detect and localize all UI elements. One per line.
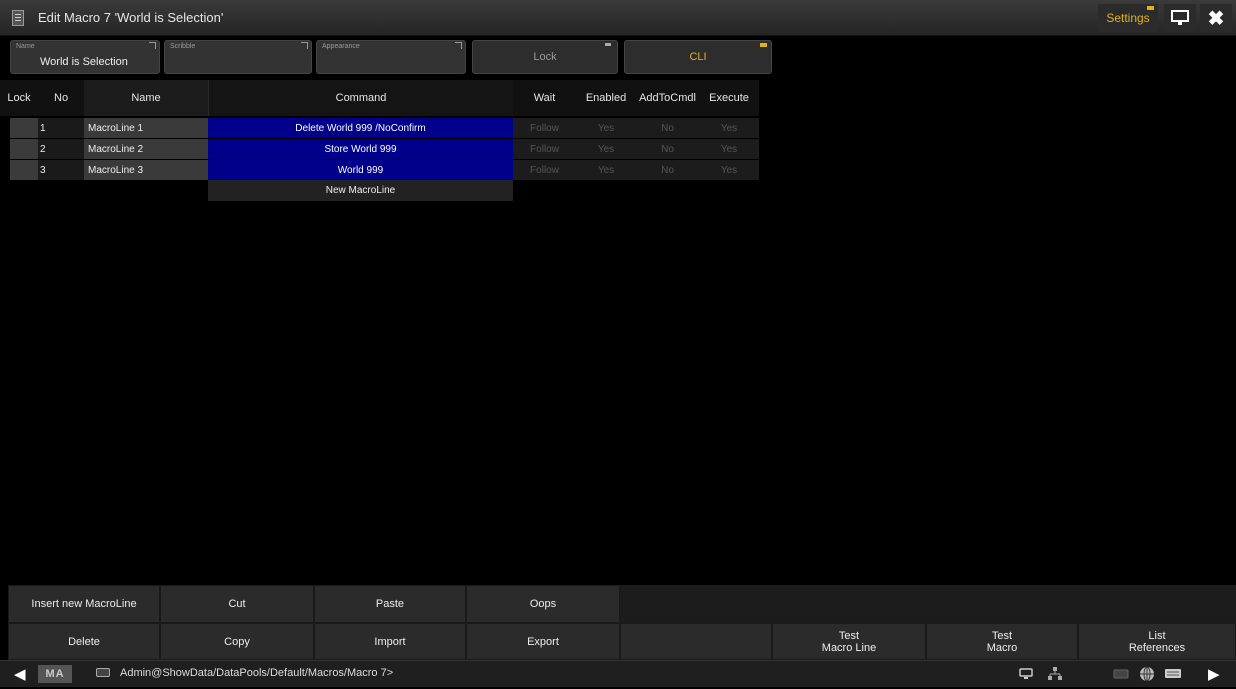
appearance-field[interactable]: Appearance xyxy=(316,40,466,74)
column-header-wait[interactable]: Wait xyxy=(513,80,576,116)
display-icon[interactable] xyxy=(1016,664,1038,684)
scribble-field[interactable]: Scribble xyxy=(164,40,312,74)
row-wait-cell[interactable]: Follow xyxy=(513,139,576,159)
settings-button[interactable]: Settings xyxy=(1098,4,1158,32)
edit-corner-icon xyxy=(149,42,156,49)
test-macro-button[interactable]: Test Macro xyxy=(926,623,1078,660)
name-field-label: Name xyxy=(16,43,35,50)
row-enabled-cell[interactable]: Yes xyxy=(576,118,636,138)
appearance-field-label: Appearance xyxy=(322,43,360,50)
cli-button[interactable]: CLI xyxy=(624,40,772,74)
list-references-button[interactable]: List References xyxy=(1078,623,1236,660)
row-command-cell[interactable]: Store World 999 xyxy=(208,139,513,159)
import-button[interactable]: Import xyxy=(314,623,466,660)
row-command-cell[interactable]: Delete World 999 /NoConfirm xyxy=(208,118,513,138)
row-name-cell[interactable]: MacroLine 2 xyxy=(84,139,208,159)
row-addtocmdl-cell[interactable]: No xyxy=(636,160,699,180)
monitor-icon xyxy=(1171,10,1189,25)
insert-macroline-button[interactable]: Insert new MacroLine xyxy=(8,585,160,623)
row-enabled-cell[interactable]: Yes xyxy=(576,160,636,180)
row-addtocmdl-cell[interactable]: No xyxy=(636,139,699,159)
macro-icon xyxy=(12,10,24,26)
window-title: Edit Macro 7 'World is Selection' xyxy=(38,10,224,25)
row-wait-cell[interactable]: Follow xyxy=(513,118,576,138)
row-enabled-cell[interactable]: Yes xyxy=(576,139,636,159)
ma-logo[interactable]: MA xyxy=(38,665,72,683)
row-name-cell[interactable]: MacroLine 1 xyxy=(84,118,208,138)
screen-select-button[interactable] xyxy=(1164,4,1196,32)
edit-corner-icon xyxy=(455,42,462,49)
row-lock-cell[interactable] xyxy=(10,118,38,138)
name-field[interactable]: Name World is Selection xyxy=(10,40,160,74)
close-icon: ✖ xyxy=(1207,7,1225,30)
column-header-command[interactable]: Command xyxy=(208,80,513,116)
empty-button-area xyxy=(620,585,1236,623)
row-addtocmdl-cell[interactable]: No xyxy=(636,118,699,138)
name-field-value: World is Selection xyxy=(40,56,128,68)
column-header-addtocmdl[interactable]: AddToCmdl xyxy=(636,80,699,116)
scribble-field-label: Scribble xyxy=(170,43,196,50)
oops-button[interactable]: Oops xyxy=(466,585,620,623)
row-name-cell[interactable]: MacroLine 3 xyxy=(84,160,208,180)
row-lock-cell[interactable] xyxy=(10,160,38,180)
column-header-name[interactable]: Name xyxy=(84,80,208,116)
cut-button[interactable]: Cut xyxy=(160,585,314,623)
globe-icon[interactable] xyxy=(1136,664,1158,684)
keyboard-icon[interactable] xyxy=(96,668,110,677)
column-header-lock[interactable]: Lock xyxy=(0,80,38,116)
copy-button[interactable]: Copy xyxy=(160,623,314,660)
row-wait-cell[interactable]: Follow xyxy=(513,160,576,180)
scroll-left-icon[interactable]: ◀ xyxy=(14,665,26,683)
empty-button xyxy=(620,623,772,660)
delete-button[interactable]: Delete xyxy=(8,623,160,660)
row-no-cell[interactable]: 3 xyxy=(38,160,84,180)
lock-button[interactable]: Lock xyxy=(472,40,618,74)
column-header-enabled[interactable]: Enabled xyxy=(576,80,636,116)
close-button[interactable]: ✖ xyxy=(1200,4,1232,32)
onpc-keyboard-icon[interactable] xyxy=(1162,664,1184,684)
row-execute-cell[interactable]: Yes xyxy=(699,118,759,138)
export-button[interactable]: Export xyxy=(466,623,620,660)
row-lock-cell[interactable] xyxy=(10,139,38,159)
row-execute-cell[interactable]: Yes xyxy=(699,160,759,180)
column-header-execute[interactable]: Execute xyxy=(699,80,759,116)
network-icon[interactable] xyxy=(1044,664,1066,684)
command-line-path[interactable]: Admin@ShowData/DataPools/Default/Macros/… xyxy=(120,667,393,679)
row-execute-cell[interactable]: Yes xyxy=(699,139,759,159)
row-no-cell[interactable]: 2 xyxy=(38,139,84,159)
paste-button[interactable]: Paste xyxy=(314,585,466,623)
scroll-right-icon[interactable]: ▶ xyxy=(1208,665,1220,683)
test-macro-line-button[interactable]: Test Macro Line xyxy=(772,623,926,660)
edit-corner-icon xyxy=(301,42,308,49)
keyboard-toggle-icon[interactable] xyxy=(1110,664,1132,684)
row-no-cell[interactable]: 1 xyxy=(38,118,84,138)
row-command-cell[interactable]: World 999 xyxy=(208,160,513,180)
column-header-no[interactable]: No xyxy=(38,80,84,116)
new-macroline-row[interactable]: New MacroLine xyxy=(208,180,513,201)
